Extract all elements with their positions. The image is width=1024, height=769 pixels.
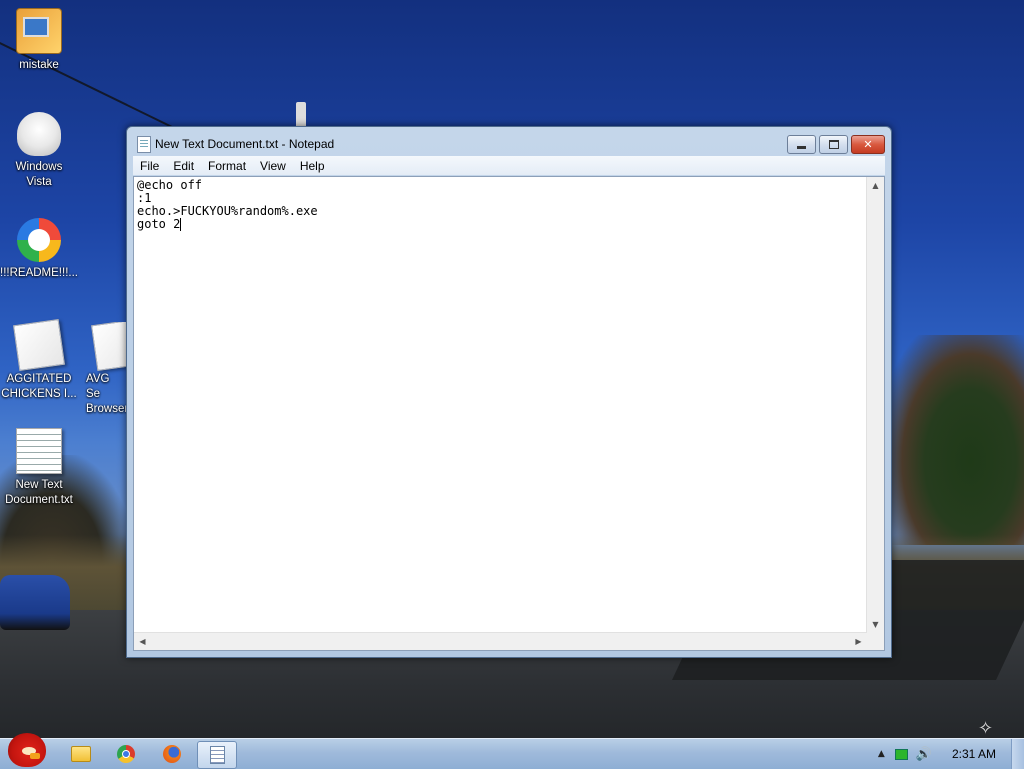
minimize-button[interactable] [787,135,816,154]
maximize-button[interactable] [819,135,848,154]
horizontal-scrollbar[interactable]: ◀ ▶ [134,632,867,650]
firefox-icon [163,745,181,763]
text-editor[interactable]: @echo off:1 echo.>FUCKYOU%random%.exe goto… [133,176,885,651]
desktop-icon-label: AGGITATED CHICKENS I... [1,373,77,400]
desktop-icon-label: !!!README!!!... [0,267,78,279]
desktop-icon-mistake[interactable]: mistake [0,8,78,73]
system-tray: ▲ 🔊 2:31 AM [878,739,1024,769]
desktop-icon-new-text-document[interactable]: New Text Document.txt [0,428,78,508]
desktop-icon-readme[interactable]: !!!README!!!... [0,218,78,281]
file-icon [13,319,65,371]
editor-line: echo.>FUCKYOU%random%.exe [137,204,318,218]
menu-bar: File Edit Format View Help [133,156,885,175]
start-button[interactable] [6,731,50,767]
vertical-scrollbar[interactable]: ▲ ▼ [866,177,884,633]
editor-line: goto 2 [137,217,181,231]
scroll-up-icon[interactable]: ▲ [867,177,884,194]
menu-format[interactable]: Format [201,159,253,173]
desktop-icon-label: Windows Vista [15,161,63,188]
menu-view[interactable]: View [253,159,293,173]
angry-bird-start-icon [8,733,46,767]
show-hidden-icons-button[interactable]: ▲ [878,749,885,759]
taskbar-firefox-button[interactable] [153,741,191,767]
menu-file[interactable]: File [133,159,166,173]
show-desktop-button[interactable] [1011,739,1024,769]
taskbar-notepad-button[interactable] [197,741,237,769]
editor-content[interactable]: @echo off:1 echo.>FUCKYOU%random%.exe goto… [137,179,863,629]
folder-icon [71,746,91,762]
desktop-icon-label: New Text Document.txt [5,479,73,506]
desktop-icon-label: AVG Se Browser [86,373,126,415]
minimize-icon [797,146,806,149]
text-caret [180,218,182,231]
editor-line: @echo off [137,178,203,192]
wallpaper-car [0,575,70,630]
notepad-icon [209,746,225,764]
wallpaper-watermark-icon: ✧ [978,718,994,738]
taskbar: ▲ 🔊 2:31 AM [0,733,1024,769]
close-button[interactable]: ✕ [851,135,885,154]
vista-icon [17,112,61,156]
taskbar-chrome-button[interactable] [107,741,145,767]
computer-icon [16,8,62,54]
desktop-icon-label: mistake [19,59,59,71]
title-bar[interactable]: New Text Document.txt - Notepad ✕ [127,127,891,157]
desktop-icon-aggitated-chickens[interactable]: AGGITATED CHICKENS I... [0,319,78,402]
wallpaper-trees [890,335,1024,545]
maximize-icon [828,140,839,149]
scroll-right-icon[interactable]: ▶ [850,633,867,650]
scroll-down-icon[interactable]: ▼ [867,616,884,633]
browser-icon [17,218,61,262]
volume-icon[interactable]: 🔊 [916,747,932,762]
file-icon [91,322,126,371]
battery-icon[interactable] [894,748,908,760]
taskbar-explorer-button[interactable] [62,741,100,767]
scroll-left-icon[interactable]: ◀ [134,633,151,650]
clock[interactable]: 2:31 AM [952,747,996,761]
notepad-window[interactable]: New Text Document.txt - Notepad ✕ File E… [126,126,892,658]
chrome-icon [117,745,135,763]
desktop-icon-windows-vista[interactable]: Windows Vista [0,112,78,190]
notepad-icon[interactable] [137,136,151,153]
window-title: New Text Document.txt - Notepad [155,137,335,151]
desktop-icon-avg-browser[interactable]: AVG Se Browser [78,322,126,417]
resize-grip[interactable] [867,633,884,650]
menu-edit[interactable]: Edit [166,159,201,173]
text-document-icon [16,428,62,474]
menu-help[interactable]: Help [293,159,332,173]
